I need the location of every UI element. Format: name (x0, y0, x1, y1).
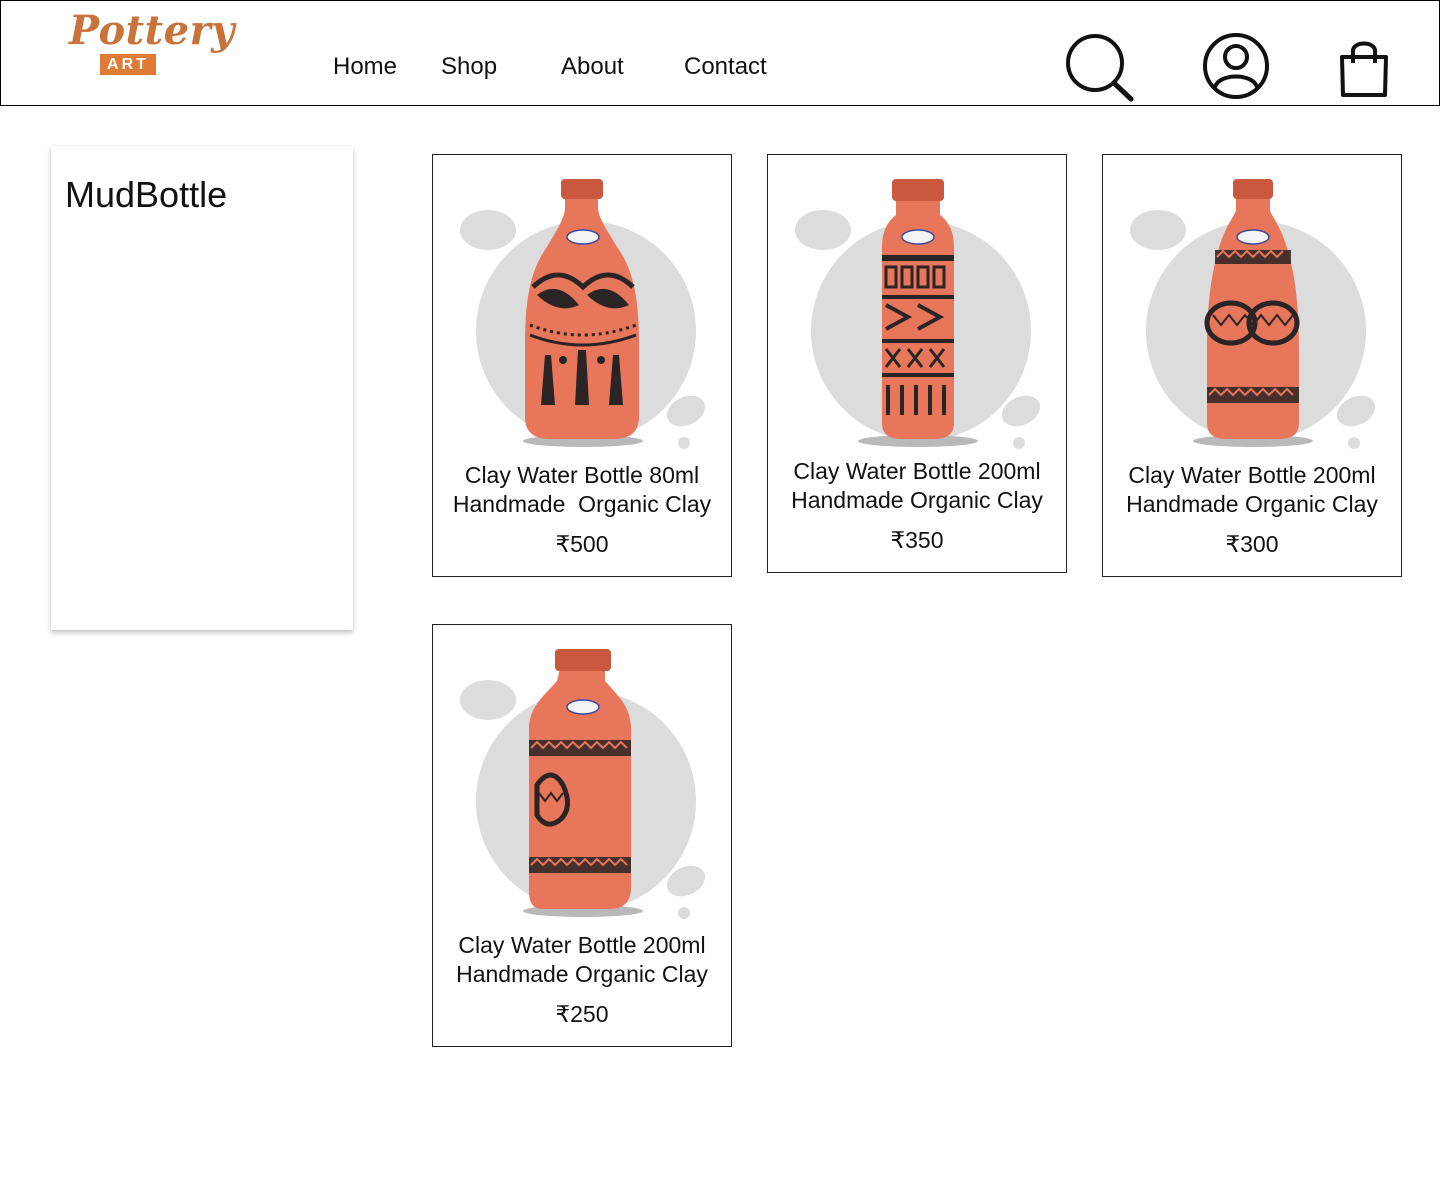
product-title[interactable]: Clay Water Bottle 200ml Handmade Organic… (1103, 461, 1401, 519)
product-card[interactable]: Clay Water Bottle 200ml Handmade Organic… (432, 624, 732, 1047)
sidebar-title: MudBottle (65, 174, 228, 215)
logo-badge: ART (100, 54, 156, 75)
product-title-line-2: Handmade Organic Clay (1126, 491, 1378, 517)
product-title-line-2: Handmade Organic Clay (791, 487, 1043, 513)
product-image (1130, 179, 1376, 449)
product-image (460, 649, 706, 919)
product-title-line-1: Clay Water Bottle 80ml (464, 462, 700, 488)
shopping-bag-icon[interactable] (1337, 37, 1391, 99)
logo[interactable]: Pottery ART (65, 7, 234, 89)
product-title-line-1: Clay Water Bottle 200ml (458, 932, 706, 958)
product-title-line-1: Clay Water Bottle 200ml (793, 458, 1041, 484)
nav-shop[interactable]: Shop (441, 53, 497, 81)
nav-contact[interactable]: Contact (684, 53, 767, 81)
product-title-line-1: Clay Water Bottle 200ml (1128, 462, 1376, 488)
product-title-line-2: Handmade Organic Clay (452, 491, 712, 517)
site-header: Pottery ART Home Shop About Contact (0, 0, 1440, 106)
product-title-line-2: Handmade Organic Clay (456, 961, 708, 987)
product-image (795, 179, 1041, 449)
nav-home[interactable]: Home (333, 53, 397, 81)
logo-wordmark: Pottery (69, 7, 235, 54)
product-title[interactable]: Clay Water Bottle 200ml Handmade Organic… (433, 931, 731, 989)
product-image (460, 179, 706, 449)
product-price: ₹300 (1225, 531, 1279, 557)
product-card[interactable]: Clay Water Bottle 80ml Handmade Organic … (432, 154, 732, 577)
search-icon[interactable] (1063, 33, 1135, 103)
product-price: ₹350 (890, 527, 944, 553)
account-icon[interactable] (1201, 31, 1271, 101)
product-title[interactable]: Clay Water Bottle 80ml Handmade Organic … (433, 461, 731, 519)
product-title[interactable]: Clay Water Bottle 200ml Handmade Organic… (768, 457, 1066, 515)
product-card[interactable]: Clay Water Bottle 200ml Handmade Organic… (767, 154, 1067, 573)
nav-about[interactable]: About (561, 53, 624, 81)
product-price: ₹250 (555, 1001, 609, 1027)
product-price: ₹500 (555, 531, 609, 557)
category-sidebar: MudBottle (51, 146, 353, 630)
product-card[interactable]: Clay Water Bottle 200ml Handmade Organic… (1102, 154, 1402, 577)
